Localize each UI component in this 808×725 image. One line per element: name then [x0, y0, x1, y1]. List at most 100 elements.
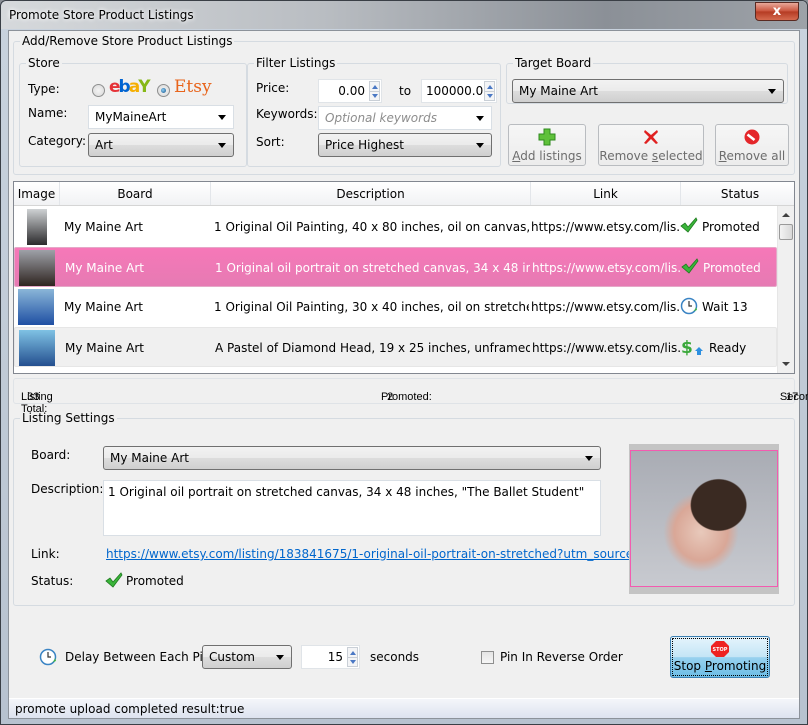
- summary-bar: Listing Total: 33 Promoted: 2 Seconds: 1…: [13, 378, 808, 415]
- scroll-down-icon[interactable]: [782, 362, 790, 366]
- reverse-order-label[interactable]: Pin In Reverse Order: [500, 650, 623, 664]
- checkmark-icon: [105, 572, 123, 588]
- etsy-logo: Etsy: [174, 77, 212, 97]
- window-title: Promote Store Product Listings: [9, 8, 194, 22]
- link-cell: https://www.etsy.com/lis...: [532, 261, 680, 275]
- ebay-radio[interactable]: [92, 84, 105, 97]
- spin-down-icon[interactable]: [372, 94, 378, 98]
- listing-link[interactable]: https://www.etsy.com/listing/183841675/1…: [106, 547, 655, 561]
- table-row[interactable]: My Maine Art 1 Original Oil Painting, 40 …: [14, 207, 777, 247]
- title-bar[interactable]: Promote Store Product Listings x: [1, 1, 807, 29]
- delay-seconds-value: 15: [327, 650, 343, 664]
- chevron-down-icon: [476, 116, 484, 121]
- category-combo[interactable]: Art: [88, 133, 234, 157]
- table-row[interactable]: My Maine Art A Pastel of Diamond Head, 19…: [14, 327, 777, 367]
- spin-down-icon[interactable]: [350, 660, 356, 664]
- filter-legend: Filter Listings: [256, 56, 336, 70]
- status-bar-text: promote upload completed result:true: [15, 702, 245, 716]
- promoted-count: Promoted: 2: [381, 391, 432, 403]
- board-cell: My Maine Art: [64, 300, 143, 314]
- type-label: Type:: [28, 82, 60, 96]
- red-x-icon: [644, 130, 658, 144]
- delay-mode-value: Custom: [209, 650, 255, 664]
- description-cell: 1 Original Oil Painting, 30 x 40 inches,…: [214, 300, 529, 314]
- board-label: Board:: [31, 448, 71, 462]
- listing-settings-legend: Listing Settings: [22, 411, 115, 425]
- column-header-description[interactable]: Description: [211, 182, 531, 205]
- table-scrollbar[interactable]: [777, 206, 794, 373]
- price-label: Price:: [256, 81, 290, 95]
- board-cell: My Maine Art: [65, 341, 144, 355]
- spin-buttons[interactable]: [347, 647, 358, 667]
- status-cell: Ready: [709, 341, 747, 355]
- category-value: Art: [95, 138, 113, 152]
- target-board-combo[interactable]: My Maine Art: [512, 79, 784, 103]
- table-row[interactable]: My Maine Art 1 Original oil portrait on s…: [14, 247, 777, 287]
- portrait-image: [630, 450, 778, 587]
- listing-thumbnail: [19, 330, 55, 366]
- delay-label: Delay Between Each Pin:: [65, 650, 215, 664]
- sort-value: Price Highest: [325, 138, 405, 152]
- link-label: Link:: [31, 547, 60, 561]
- seconds-count: Seconds: 17: [779, 391, 808, 403]
- spin-up-icon[interactable]: [372, 85, 378, 89]
- store-name-combo[interactable]: MyMaineArt: [88, 105, 234, 129]
- status-label: Status:: [31, 574, 74, 588]
- name-label: Name:: [28, 106, 68, 120]
- sort-combo[interactable]: Price Highest: [318, 133, 492, 157]
- price-max-spinner[interactable]: 100000.00: [421, 79, 497, 103]
- spin-up-icon[interactable]: [487, 85, 493, 89]
- table-row[interactable]: My Maine Art 1 Original Oil Painting, 30 …: [14, 287, 777, 327]
- link-cell: https://www.etsy.com/lis...: [531, 300, 679, 314]
- table-header: Image Board Description Link Status: [14, 182, 794, 206]
- link-cell: https://www.etsy.com/lis...: [532, 341, 680, 355]
- price-to-label: to: [399, 84, 412, 98]
- target-board-value: My Maine Art: [519, 84, 598, 98]
- scroll-up-icon[interactable]: [782, 213, 790, 217]
- spin-up-icon[interactable]: [350, 651, 356, 655]
- listings-table: Image Board Description Link Status My M…: [13, 181, 795, 374]
- listing-thumbnail: [18, 289, 54, 325]
- spin-buttons[interactable]: [484, 81, 495, 101]
- close-icon: x: [772, 4, 782, 19]
- spin-buttons[interactable]: [369, 81, 380, 101]
- keywords-combo[interactable]: Optional keywords: [318, 106, 492, 130]
- remove-selected-button[interactable]: Remove selected: [598, 124, 704, 166]
- listing-thumbnail: [27, 209, 47, 245]
- status-cell: Promoted: [703, 261, 761, 275]
- status-cell: Promoted: [702, 220, 760, 234]
- listing-thumbnail: [19, 250, 55, 286]
- chevron-down-icon: [276, 655, 284, 660]
- etsy-radio[interactable]: [157, 84, 170, 97]
- delay-mode-combo[interactable]: Custom: [202, 645, 292, 669]
- store-name-value: MyMaineArt: [95, 110, 167, 124]
- chevron-down-icon: [768, 89, 776, 94]
- link-cell: https://www.etsy.com/lis...: [531, 220, 679, 234]
- chevron-down-icon: [218, 115, 226, 120]
- stop-promoting-button[interactable]: STOP Stop Promoting: [670, 636, 770, 678]
- add-listings-button[interactable]: Add listings: [508, 124, 586, 166]
- no-entry-icon: [744, 129, 760, 145]
- price-max-value: 100000.00: [426, 84, 491, 98]
- delay-seconds-spinner[interactable]: 15: [301, 645, 360, 669]
- spin-down-icon[interactable]: [487, 94, 493, 98]
- listing-total: Listing Total: 33: [21, 391, 53, 415]
- client-area: Add/Remove Store Product Listings Store …: [8, 30, 808, 719]
- close-button[interactable]: x: [755, 2, 799, 21]
- board-combo[interactable]: My Maine Art: [103, 446, 601, 470]
- remove-all-button[interactable]: Remove all: [715, 124, 789, 166]
- description-cell: A Pastel of Diamond Head, 19 x 25 inches…: [215, 341, 530, 355]
- description-textarea[interactable]: 1 Original oil portrait on stretched can…: [103, 480, 601, 536]
- store-legend: Store: [28, 56, 60, 70]
- reverse-order-checkbox[interactable]: [481, 651, 494, 664]
- column-header-status[interactable]: Status: [681, 182, 794, 205]
- add-remove-legend: Add/Remove Store Product Listings: [22, 34, 233, 48]
- seconds-label: seconds: [370, 650, 420, 664]
- price-min-spinner[interactable]: 0.00: [318, 79, 382, 103]
- board-value: My Maine Art: [110, 451, 189, 465]
- column-header-image[interactable]: Image: [14, 182, 60, 205]
- scroll-thumb[interactable]: [779, 224, 793, 240]
- column-header-link[interactable]: Link: [531, 182, 681, 205]
- column-header-board[interactable]: Board: [60, 182, 211, 205]
- chevron-down-icon: [218, 143, 226, 148]
